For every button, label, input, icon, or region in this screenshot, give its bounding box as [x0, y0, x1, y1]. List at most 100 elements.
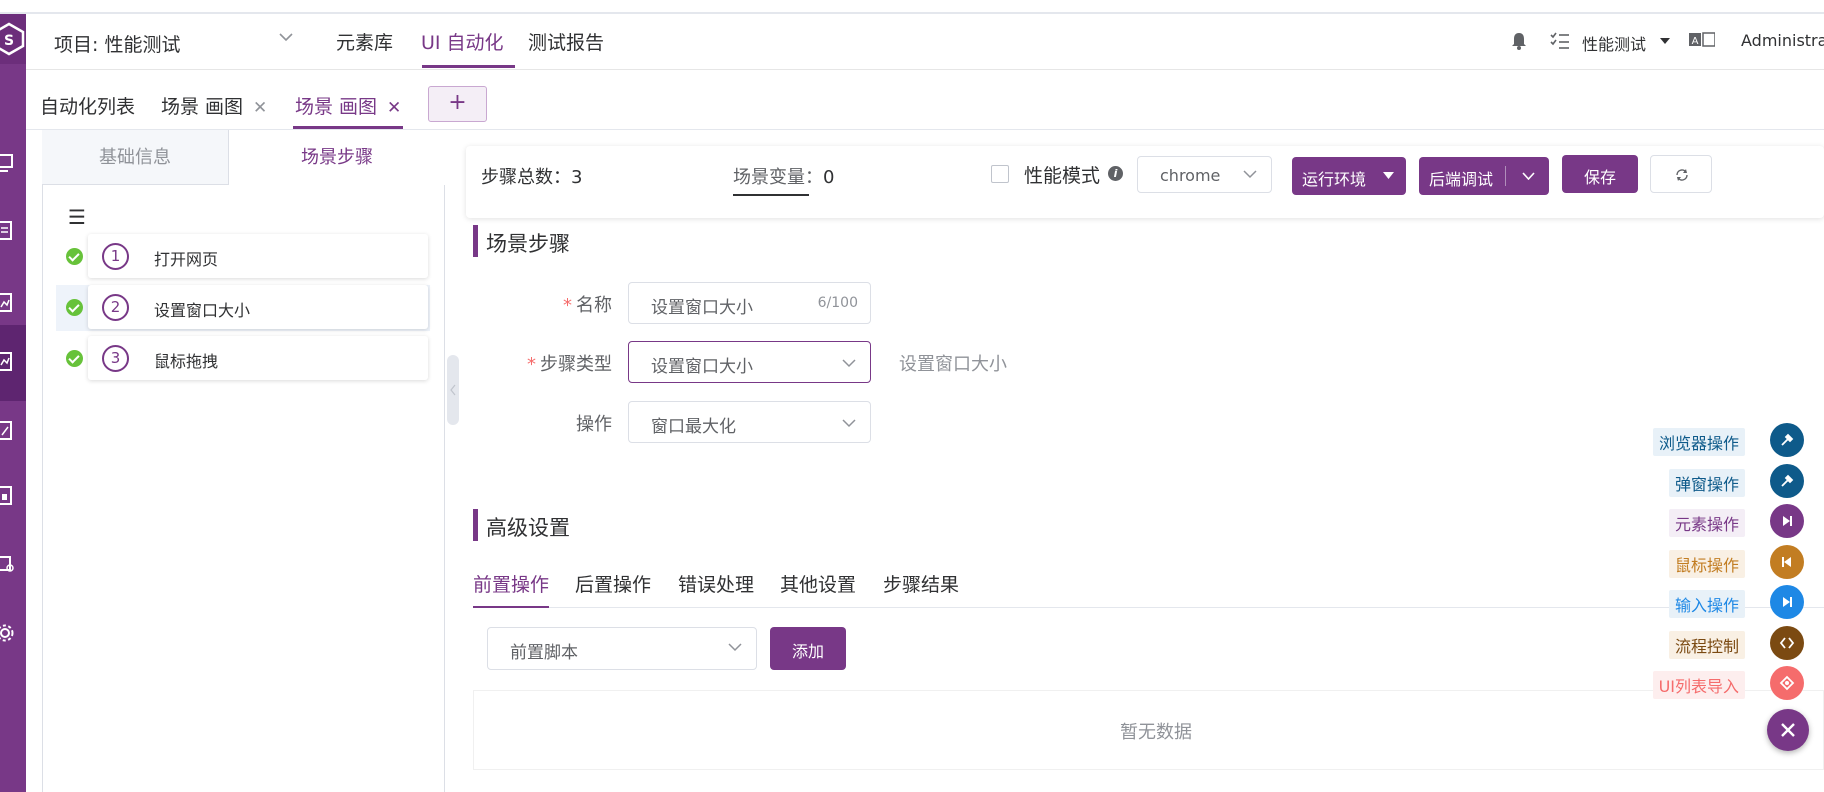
tab-label: 自动化列表 — [40, 96, 136, 118]
scene-variables-link[interactable]: 场景变量：0 — [733, 163, 834, 189]
gear-icon — [0, 624, 14, 642]
refresh-button[interactable] — [1650, 155, 1712, 193]
nav-active-indicator — [422, 65, 515, 68]
empty-state-text: 暂无数据 — [1120, 722, 1192, 743]
chevron-down-icon — [1243, 170, 1257, 179]
operation-value: 窗口最大化 — [651, 417, 736, 437]
flow-control-label[interactable]: 流程控制 — [1668, 630, 1745, 659]
task-list-icon[interactable] — [1550, 32, 1570, 50]
popup-operation-button[interactable] — [1770, 463, 1804, 498]
language-icon[interactable]: A — [1689, 32, 1715, 48]
sidebar-item-ui-automation[interactable] — [0, 325, 26, 401]
close-icon[interactable]: ✕ — [253, 98, 267, 118]
perf-mode-checkbox[interactable] — [991, 165, 1009, 183]
ui-list-import-label[interactable]: UI列表导入 — [1652, 671, 1745, 699]
tab-other-settings[interactable]: 其他设置 — [780, 570, 856, 597]
tab-step-results[interactable]: 步骤结果 — [883, 570, 959, 597]
tab-active-indicator — [293, 126, 403, 129]
name-input[interactable]: 设置窗口大小 6/100 — [628, 282, 871, 324]
flow-control-button[interactable] — [1770, 625, 1804, 660]
run-environment-button[interactable]: 运行环境 — [1292, 157, 1406, 195]
sidebar-item-plan[interactable] — [0, 282, 26, 322]
chevron-left-icon — [450, 384, 456, 396]
app-logo[interactable]: S — [0, 14, 26, 64]
sidebar-item-settings[interactable] — [0, 612, 26, 652]
chevron-down-icon[interactable] — [278, 32, 294, 42]
tab-post-operation[interactable]: 后置操作 — [575, 570, 651, 597]
workspace-selector[interactable]: 性能测试 — [1582, 31, 1646, 55]
document-icon — [0, 221, 12, 240]
element-operation-button[interactable] — [1770, 504, 1804, 538]
browser-select[interactable]: chrome — [1137, 156, 1272, 193]
step-type-hint: 设置窗口大小 — [899, 354, 1007, 375]
popup-operation-label[interactable]: 弹窗操作 — [1668, 468, 1745, 497]
pre-script-select[interactable]: 前置脚本 — [487, 627, 757, 670]
nav-test-report[interactable]: 测试报告 — [528, 28, 604, 55]
flow-control-icon — [1779, 636, 1795, 649]
button-divider — [1505, 166, 1506, 186]
list-item-selected[interactable]: 2 设置窗口大小 — [56, 285, 430, 331]
sidebar-item-project[interactable] — [0, 542, 26, 582]
logo-icon: S — [0, 22, 25, 56]
step-type-label: * 步骤类型 — [490, 350, 612, 376]
tab-automation-list[interactable]: 自动化列表 — [40, 92, 135, 119]
close-floating-menu-button[interactable] — [1767, 709, 1809, 751]
step-type-select[interactable]: 设置窗口大小 — [628, 341, 871, 383]
char-counter: 6/100 — [817, 295, 858, 311]
panel-resize-handle[interactable] — [447, 355, 459, 425]
tab-scene-steps[interactable]: 场景步骤 — [229, 130, 445, 185]
step-card[interactable]: 3 鼠标拖拽 — [88, 336, 428, 380]
browser-operation-label[interactable]: 浏览器操作 — [1652, 428, 1745, 456]
sidebar-item-api[interactable] — [0, 142, 26, 182]
tab-scene-1[interactable]: 场景 画图 ✕ — [161, 92, 267, 119]
tab-scene-2[interactable]: 场景 画图 ✕ — [295, 92, 401, 119]
name-label: * 名称 — [490, 291, 612, 317]
scene-variables-underline — [733, 194, 809, 196]
sidebar-item-performance[interactable] — [0, 410, 26, 450]
menu-icon[interactable]: ☰ — [68, 205, 86, 229]
save-button[interactable]: 保存 — [1562, 155, 1638, 193]
input-operation-label[interactable]: 输入操作 — [1668, 590, 1745, 618]
required-mark: * — [563, 295, 572, 316]
close-icon[interactable]: ✕ — [387, 98, 401, 118]
input-operation-button[interactable] — [1770, 585, 1804, 619]
element-operation-label[interactable]: 元素操作 — [1668, 509, 1745, 537]
sidebar-item-cases[interactable] — [0, 210, 26, 250]
svg-text:S: S — [4, 33, 14, 49]
nav-ui-automation[interactable]: UI 自动化 — [421, 28, 504, 55]
step-total: 步骤总数：3 — [481, 167, 583, 188]
backend-debug-button[interactable]: 后端调试 — [1419, 157, 1549, 195]
tab-basic-info[interactable]: 基础信息 — [42, 130, 229, 185]
chevron-down-icon — [842, 359, 856, 368]
add-tab-button[interactable]: + — [428, 86, 487, 122]
tabs-divider — [473, 607, 1824, 608]
tab-error-handling[interactable]: 错误处理 — [678, 570, 754, 597]
step-card[interactable]: 1 打开网页 — [88, 234, 428, 278]
operation-select[interactable]: 窗口最大化 — [628, 401, 871, 443]
caret-down-icon[interactable] — [1659, 37, 1671, 45]
info-icon[interactable]: i — [1108, 166, 1123, 181]
name-input-value: 设置窗口大小 — [651, 298, 753, 318]
nav-element-library[interactable]: 元素库 — [336, 28, 393, 55]
step-label: 鼠标拖拽 — [154, 352, 219, 371]
project-selector[interactable]: 项目: 性能测试 — [54, 30, 180, 57]
chevron-down-icon[interactable] — [1522, 172, 1535, 180]
step-number: 1 — [102, 243, 129, 270]
steps-panel — [42, 130, 445, 792]
tab-pre-operation[interactable]: 前置操作 — [473, 570, 549, 597]
list-item[interactable]: 3 鼠标拖拽 — [56, 336, 430, 382]
sidebar-item-report[interactable] — [0, 475, 26, 515]
bell-icon[interactable] — [1510, 31, 1528, 51]
close-icon — [1781, 723, 1795, 737]
mouse-operation-button[interactable] — [1770, 544, 1804, 579]
step-card[interactable]: 2 设置窗口大小 — [88, 285, 428, 329]
ui-list-import-button[interactable] — [1770, 666, 1804, 700]
report-icon — [0, 486, 12, 505]
list-item[interactable]: 1 打开网页 — [56, 234, 430, 280]
user-menu[interactable]: Administrat — [1741, 31, 1824, 50]
add-button[interactable]: 添加 — [770, 627, 846, 670]
mouse-operation-label[interactable]: 鼠标操作 — [1668, 549, 1745, 578]
browser-operation-button[interactable] — [1770, 423, 1804, 457]
scene-var-label: 场景变量 — [733, 167, 805, 188]
ui-automation-icon — [0, 352, 12, 371]
